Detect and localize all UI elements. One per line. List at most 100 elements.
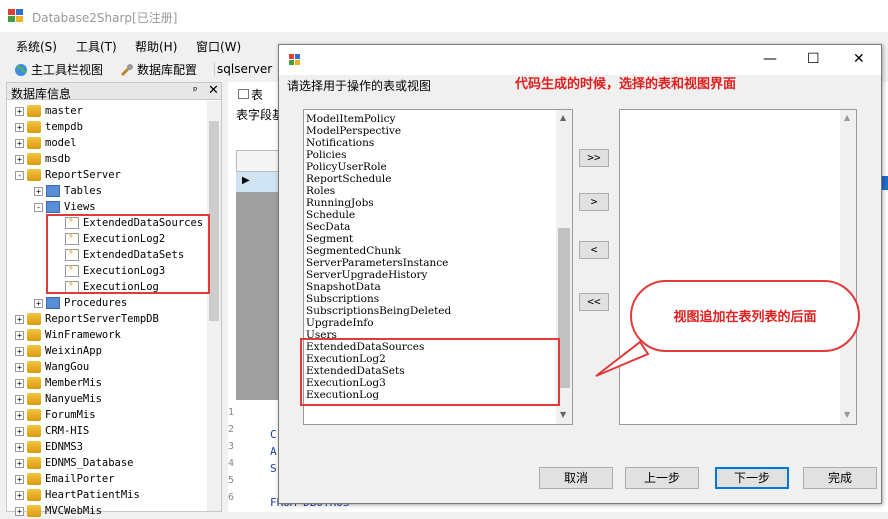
- expand-toggle-icon[interactable]: -: [34, 202, 43, 212]
- tree-node[interactable]: + Tables: [34, 183, 102, 199]
- doc-tab[interactable]: 表: [238, 86, 263, 103]
- expand-toggle-icon[interactable]: +: [15, 410, 24, 420]
- expand-toggle-icon[interactable]: +: [15, 106, 24, 116]
- pin-icon[interactable]: ᵖ: [193, 84, 198, 97]
- db-icon: [27, 457, 41, 469]
- tree-node[interactable]: + master: [15, 103, 83, 119]
- expand-toggle-icon[interactable]: -: [15, 170, 24, 180]
- tree-node[interactable]: + CRM-HIS: [15, 423, 89, 439]
- expand-toggle-icon[interactable]: +: [34, 298, 43, 308]
- expand-toggle-icon[interactable]: +: [15, 490, 24, 500]
- panel-close-icon[interactable]: ✕: [208, 83, 219, 98]
- expand-toggle-icon[interactable]: +: [34, 186, 43, 196]
- toolbar-db-config-button[interactable]: 数据库配置: [120, 61, 197, 78]
- list-item[interactable]: ModelPerspective: [306, 125, 451, 137]
- doc-tab-label: 表: [251, 88, 264, 102]
- tree-node[interactable]: + tempdb: [15, 119, 83, 135]
- tree-node[interactable]: + EmailPorter: [15, 471, 115, 487]
- toolbar-main-view-button[interactable]: 主工具栏视图: [14, 61, 103, 78]
- expand-toggle-icon[interactable]: +: [15, 426, 24, 436]
- expand-toggle-icon[interactable]: +: [15, 330, 24, 340]
- cancel-button[interactable]: 取消: [539, 467, 613, 489]
- tree-node[interactable]: + Procedures: [34, 295, 127, 311]
- list-item[interactable]: PolicyUserRole: [306, 161, 451, 173]
- code-gutter: 1 2 3 4 5 6: [228, 404, 234, 506]
- expand-toggle-icon[interactable]: +: [15, 346, 24, 356]
- expand-toggle-icon[interactable]: +: [15, 122, 24, 132]
- list-item[interactable]: SecData: [306, 221, 451, 233]
- tree-node-label: EmailPorter: [45, 473, 115, 485]
- expand-toggle-icon[interactable]: +: [15, 154, 24, 164]
- tree-node[interactable]: + ForumMis: [15, 407, 96, 423]
- menu-window[interactable]: 窗口(W): [196, 38, 241, 55]
- selected-tables-list[interactable]: ▲ ▼: [619, 109, 857, 425]
- list-item[interactable]: UpgradeInfo: [306, 317, 451, 329]
- toolbar-db-selector[interactable]: sqlserver: [214, 62, 272, 76]
- tree-node[interactable]: + MemberMis: [15, 375, 102, 391]
- expand-toggle-icon[interactable]: +: [15, 314, 24, 324]
- maximize-icon[interactable]: ☐: [807, 51, 820, 67]
- list-item[interactable]: SegmentedChunk: [306, 245, 451, 257]
- prev-button[interactable]: 上一步: [625, 467, 699, 489]
- panel-scrollbar[interactable]: [207, 101, 221, 511]
- tree-node-label: CRM-HIS: [45, 425, 90, 437]
- minimize-icon[interactable]: —: [763, 51, 777, 67]
- menu-help[interactable]: 帮助(H): [135, 38, 177, 55]
- list-item[interactable]: ModelItemPolicy: [306, 113, 451, 125]
- scroll-down-icon[interactable]: ▼: [560, 410, 566, 419]
- tree-node[interactable]: + EDNMS3: [15, 439, 83, 455]
- main-title-bar: Database2Sharp[已注册]: [0, 0, 888, 32]
- db-icon: [27, 393, 41, 405]
- tree-node[interactable]: - ReportServer: [15, 167, 121, 183]
- db-icon: [27, 505, 41, 517]
- expand-toggle-icon[interactable]: +: [15, 442, 24, 452]
- scroll-up-icon[interactable]: ▲: [844, 113, 850, 122]
- tree-node[interactable]: + MVCWebMis: [15, 503, 102, 519]
- tree-node[interactable]: + WangGou: [15, 359, 89, 375]
- close-icon[interactable]: ✕: [853, 51, 865, 67]
- add-button[interactable]: >: [579, 193, 609, 211]
- list-item[interactable]: ServerUpgradeHistory: [306, 269, 451, 281]
- list-item[interactable]: Schedule: [306, 209, 451, 221]
- tree-node[interactable]: + model: [15, 135, 77, 151]
- tree-node[interactable]: + WeixinApp: [15, 343, 102, 359]
- scroll-down-icon[interactable]: ▼: [844, 410, 850, 419]
- scroll-up-icon[interactable]: ▲: [560, 113, 566, 122]
- list-item[interactable]: ReportSchedule: [306, 173, 451, 185]
- expand-toggle-icon[interactable]: +: [15, 362, 24, 372]
- menu-system[interactable]: 系统(S): [16, 38, 57, 55]
- tree-node[interactable]: + msdb: [15, 151, 70, 167]
- tree-node-label: WangGou: [45, 361, 90, 373]
- list-item[interactable]: RunningJobs: [306, 197, 451, 209]
- list-item[interactable]: Subscriptions: [306, 293, 451, 305]
- add-all-button[interactable]: >>: [579, 149, 609, 167]
- tree-node[interactable]: + EDNMS_Database: [15, 455, 134, 471]
- tree-node[interactable]: + ReportServerTempDB: [15, 311, 159, 327]
- list-item[interactable]: Segment: [306, 233, 451, 245]
- tree-node[interactable]: - Views: [34, 199, 96, 215]
- tree-node[interactable]: + NanyueMis: [15, 391, 102, 407]
- panel-scroll-thumb[interactable]: [209, 121, 219, 321]
- expand-toggle-icon[interactable]: +: [15, 458, 24, 468]
- right-list-scrollbar[interactable]: ▲ ▼: [840, 110, 856, 424]
- list-item[interactable]: ServerParametersInstance: [306, 257, 451, 269]
- list-item[interactable]: Notifications: [306, 137, 451, 149]
- remove-button[interactable]: <: [579, 241, 609, 259]
- expand-toggle-icon[interactable]: +: [15, 506, 24, 516]
- tree-node[interactable]: + WinFramework: [15, 327, 121, 343]
- finish-button[interactable]: 完成: [803, 467, 877, 489]
- expand-toggle-icon[interactable]: +: [15, 378, 24, 388]
- next-button[interactable]: 下一步: [715, 467, 789, 489]
- list-item[interactable]: SubscriptionsBeingDeleted: [306, 305, 451, 317]
- tree-node-label: MVCWebMis: [45, 505, 102, 517]
- expand-toggle-icon[interactable]: +: [15, 474, 24, 484]
- tree-node-label: master: [45, 105, 83, 117]
- list-item[interactable]: Policies: [306, 149, 451, 161]
- expand-toggle-icon[interactable]: +: [15, 138, 24, 148]
- tree-node[interactable]: + HeartPatientMis: [15, 487, 140, 503]
- remove-all-button[interactable]: <<: [579, 293, 609, 311]
- expand-toggle-icon[interactable]: +: [15, 394, 24, 404]
- menu-tools[interactable]: 工具(T): [76, 38, 117, 55]
- list-item[interactable]: Roles: [306, 185, 451, 197]
- list-item[interactable]: SnapshotData: [306, 281, 451, 293]
